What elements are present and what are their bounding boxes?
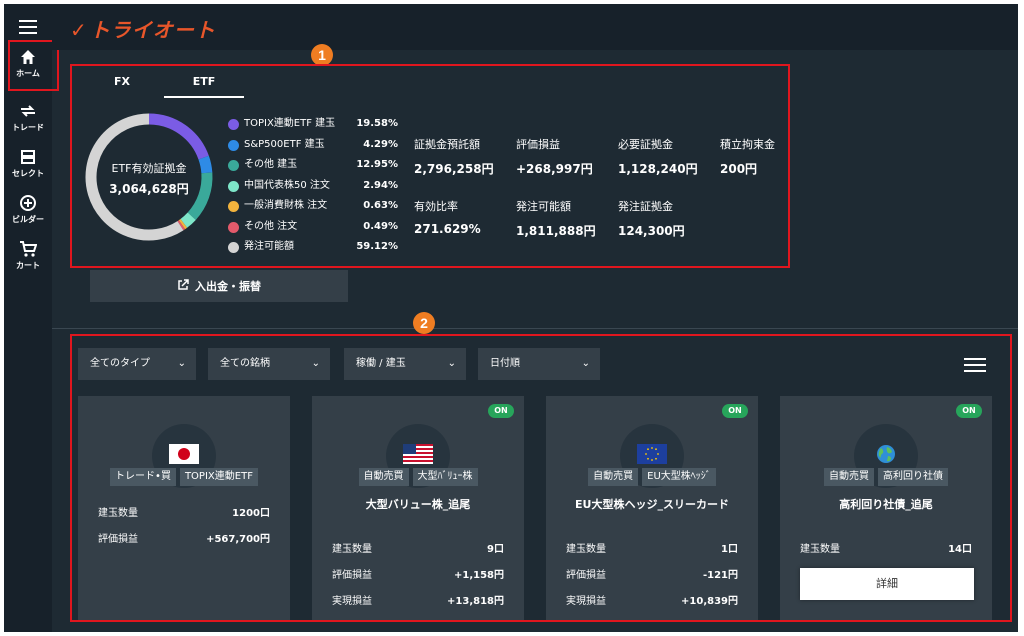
nav-item-builder[interactable]: ビルダー xyxy=(4,188,52,234)
side-nav: ホーム トレード セレクト ビルダー カート xyxy=(4,4,59,632)
cart-icon xyxy=(4,238,52,260)
app-logo[interactable]: ✓ トライオート xyxy=(70,14,216,43)
trade-icon xyxy=(4,100,52,122)
nav-item-select[interactable]: セレクト xyxy=(4,142,52,188)
section-divider xyxy=(52,328,1018,329)
logo-text: トライオート xyxy=(89,18,216,42)
highlight-box-summary xyxy=(70,64,790,268)
top-bar: ✓ トライオート xyxy=(52,4,1018,50)
deposit-transfer-button[interactable]: 入出金・振替 xyxy=(90,270,348,302)
callout-badge-2: 2 xyxy=(413,312,435,334)
builder-icon xyxy=(4,192,52,214)
nav-label-trade: トレード xyxy=(12,123,44,132)
nav-item-trade[interactable]: トレード xyxy=(4,96,52,142)
select-icon xyxy=(4,146,52,168)
nav-label-builder: ビルダー xyxy=(12,215,44,224)
logo-check-icon: ✓ xyxy=(70,18,88,42)
hamburger-menu-icon[interactable] xyxy=(19,20,37,34)
highlight-box-strategies xyxy=(70,334,1012,622)
nav-label-select: セレクト xyxy=(12,169,44,178)
external-link-icon xyxy=(177,270,189,302)
callout-badge-1: 1 xyxy=(311,44,333,66)
nav-item-cart[interactable]: カート xyxy=(4,234,52,280)
nav-label-cart: カート xyxy=(16,261,40,270)
deposit-button-label: 入出金・振替 xyxy=(195,280,261,293)
app-window: ホーム トレード セレクト ビルダー カート ✓ トライオート 1 FX ETF… xyxy=(4,4,1018,632)
